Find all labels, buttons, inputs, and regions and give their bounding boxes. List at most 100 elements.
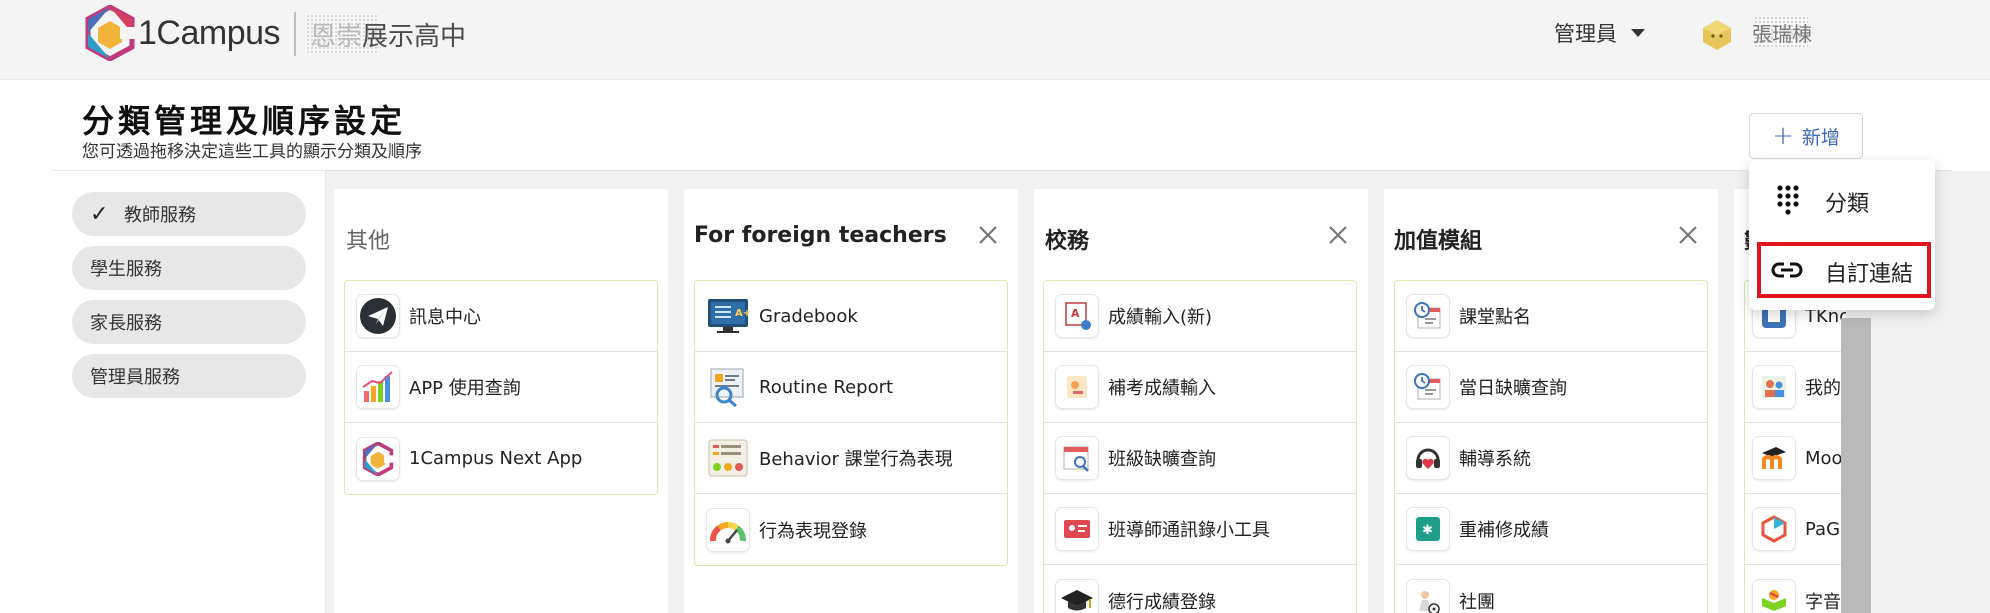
tool-card-list: 訊息中心 APP 使用查詢 1Campus Next App <box>344 280 658 495</box>
category-column-school-affairs[interactable]: 校務 A 成績輸入(新) 補考成績輸入 班級缺曠查詢 班導師通訊錄小工具 德行成… <box>1034 189 1368 613</box>
tool-card-label: Routine Report <box>759 376 894 398</box>
tool-card-label: 班級缺曠查詢 <box>1108 449 1216 470</box>
tool-card[interactable]: 行為表現登錄 <box>695 494 1007 565</box>
tool-card-label: 成績輸入(新) <box>1108 307 1213 328</box>
column-title[interactable]: For foreign teachers <box>694 223 947 248</box>
close-icon[interactable] <box>974 221 1002 249</box>
user-name[interactable]: 張瑞棟 <box>1752 18 1812 47</box>
tool-card[interactable]: Routine Report <box>695 352 1007 423</box>
top-bar: 1Campus 恩崇展示高中 管理員 張瑞棟 <box>0 0 1990 80</box>
graduation-cap-icon <box>1056 579 1098 613</box>
tool-card-label: Moo <box>1805 447 1843 469</box>
book-icon <box>1753 579 1795 613</box>
sidebar-item-label: 教師服務 <box>124 205 196 226</box>
plus-icon: + <box>1772 121 1794 151</box>
report-icon <box>707 366 749 408</box>
tool-card[interactable]: 1Campus Next App <box>345 423 657 494</box>
moodle-icon <box>1753 437 1795 479</box>
tool-card-label: PaGa <box>1805 518 1846 540</box>
school-name-masked: 恩崇 <box>310 22 363 52</box>
pagamo-icon <box>1753 508 1795 550</box>
1campus-logo-icon <box>357 437 399 480</box>
tool-card-label: 班導師通訊錄小工具 <box>1108 520 1270 541</box>
tool-card-list: A 成績輸入(新) 補考成績輸入 班級缺曠查詢 班導師通訊錄小工具 德行成績登錄 <box>1043 280 1357 613</box>
admin-role-label: 管理員 <box>1554 22 1617 46</box>
tool-card-label: 行為表現登錄 <box>759 520 867 542</box>
clock-calendar-icon <box>1407 366 1449 408</box>
tool-card[interactable]: 我的 <box>1745 352 1846 423</box>
sidebar-item-label: 管理員服務 <box>90 367 180 388</box>
page-title: 分類管理及順序設定 <box>82 102 407 140</box>
tool-card-label: 補考成績輸入 <box>1108 378 1216 399</box>
check-icon: ✓ <box>90 201 109 227</box>
tool-card[interactable]: PaGa <box>1745 494 1846 565</box>
tool-card-label: APP 使用查詢 <box>409 378 521 399</box>
sidebar-item-label: 家長服務 <box>90 313 162 334</box>
tool-card[interactable]: A+ Gradebook <box>695 281 1007 352</box>
club-icon <box>1407 579 1449 613</box>
svg-text:A+: A+ <box>735 308 749 319</box>
tool-card-label: 字音 <box>1805 591 1841 613</box>
tool-card-label: 課堂點名 <box>1459 307 1531 328</box>
tool-card[interactable]: 當日缺曠查詢 <box>1395 352 1707 423</box>
behavior-icon <box>707 437 749 479</box>
board-scrollbar[interactable] <box>1841 318 1871 613</box>
close-icon[interactable] <box>1324 221 1352 249</box>
sidebar-item-label: 學生服務 <box>90 259 162 280</box>
tool-card[interactable]: Moo <box>1745 423 1846 494</box>
tool-card[interactable]: 輔導系統 <box>1395 423 1707 494</box>
tool-card[interactable]: 社團 <box>1395 565 1707 613</box>
tool-card[interactable]: APP 使用查詢 <box>345 352 657 423</box>
category-column-other[interactable]: 其他 訊息中心 APP 使用查詢 1Campus Next App <box>334 189 668 613</box>
tool-card-label: 輔導系統 <box>1459 449 1531 470</box>
tool-card-label: 1Campus Next App <box>409 448 583 469</box>
tool-card-label: 我的 <box>1805 378 1841 399</box>
tool-card[interactable]: Behavior 課堂行為表現 <box>695 423 1007 494</box>
tool-card[interactable]: 課堂點名 <box>1395 281 1707 352</box>
highlight-annotation <box>1757 242 1931 298</box>
attendance-search-icon <box>1056 437 1098 479</box>
brand-separator <box>294 12 296 56</box>
tool-card-label: 重補修成績 <box>1459 520 1549 541</box>
column-title[interactable]: 校務 <box>1045 223 1089 255</box>
tool-card[interactable]: 字音 <box>1745 565 1846 613</box>
page-subtitle: 您可透過拖移決定這些工具的顯示分類及順序 <box>82 142 422 162</box>
tool-card[interactable]: 補考成績輸入 <box>1044 352 1356 423</box>
headphones-heart-icon <box>1407 437 1449 479</box>
tool-card[interactable]: 德行成績登錄 <box>1044 565 1356 613</box>
tool-card[interactable]: 班級缺曠查詢 <box>1044 423 1356 494</box>
contact-card-icon <box>1056 508 1098 550</box>
gauge-icon <box>707 508 749 551</box>
category-column-foreign-teachers[interactable]: For foreign teachers A+ Gradebook Routin… <box>684 189 1018 613</box>
tool-card[interactable]: A 成績輸入(新) <box>1044 281 1356 352</box>
sidebar-item-parent-services[interactable]: 家長服務 <box>72 300 306 344</box>
column-title[interactable]: 加值模組 <box>1394 223 1482 255</box>
people-icon <box>1753 366 1795 408</box>
sidebar-item-teacher-services[interactable]: ✓ 教師服務 <box>72 192 306 236</box>
tool-card-list: 課堂點名 當日缺曠查詢 輔導系統 ✱ 重補修成績 社團 <box>1394 280 1708 613</box>
tool-card[interactable]: ✱ 重補修成績 <box>1395 494 1707 565</box>
green-tile-icon: ✱ <box>1407 508 1449 550</box>
brand-name: 1Campus <box>138 14 281 52</box>
sidebar-item-student-services[interactable]: 學生服務 <box>72 246 306 290</box>
sidebar-item-admin-services[interactable]: 管理員服務 <box>72 354 306 398</box>
tool-card[interactable]: 班導師通訊錄小工具 <box>1044 494 1356 565</box>
user-avatar[interactable] <box>1700 18 1734 52</box>
paper-plane-icon <box>357 295 399 337</box>
1campus-logo-icon[interactable] <box>84 4 136 62</box>
category-column-value-added[interactable]: 加值模組 課堂點名 當日缺曠查詢 輔導系統 ✱ 重補修成績 社團 <box>1384 189 1718 613</box>
gradebook-icon: A+ <box>707 295 749 337</box>
add-button[interactable]: + 新增 <box>1749 113 1863 159</box>
add-button-label: 新增 <box>1801 126 1840 149</box>
admin-role-menu[interactable]: 管理員 <box>1554 18 1645 48</box>
makeup-exam-icon <box>1056 366 1098 408</box>
svg-text:A: A <box>1071 307 1080 320</box>
close-icon[interactable] <box>1674 221 1702 249</box>
school-name: 恩崇展示高中 <box>310 16 466 53</box>
tool-card[interactable]: 訊息中心 <box>345 281 657 352</box>
svg-text:✱: ✱ <box>1422 523 1433 538</box>
menu-item-category[interactable]: 分類 <box>1749 172 1935 232</box>
tool-card-label: 訊息中心 <box>409 307 481 328</box>
column-title[interactable]: 其他 <box>346 223 390 255</box>
tool-card-label: Behavior 課堂行為表現 <box>759 449 953 470</box>
